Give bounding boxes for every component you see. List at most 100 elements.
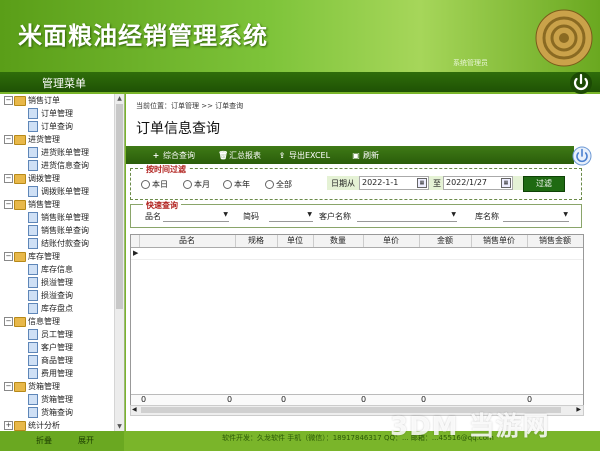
folder-icon [14,251,26,262]
sidebar-item-label: 货箱管理 [41,395,73,404]
sidebar-scrollbar[interactable]: ▲ ▼ [114,94,124,431]
sidebar: − 销售订单 订单管理订单查询 − 进货管理进货账单管理 进货信息查询 − 调拨管理 调拨账单管… [0,94,125,431]
power-icon[interactable] [569,71,593,95]
product-name-label: 品名 [145,212,161,221]
sidebar-group[interactable]: − 销售管理 [0,198,114,211]
radio-month[interactable]: 本月 [183,179,210,190]
sidebar-group[interactable]: − 库存管理 [0,250,114,263]
sidebar-item[interactable]: 订单管理 [0,107,114,120]
collapse-toggle-icon[interactable]: − [4,382,13,391]
sidebar-item-label: 货箱查询 [41,408,73,417]
collapse-toggle-icon[interactable]: − [4,252,13,261]
col-sale-price[interactable]: 销售单价 [471,235,528,247]
sidebar-group[interactable]: − 货箱管理 [0,380,114,393]
col-product[interactable]: 品名 [139,235,236,247]
sidebar-group[interactable]: + 统计分析 [0,419,114,431]
scroll-left-icon[interactable]: ◀ [132,406,137,413]
collapse-toggle-icon[interactable]: − [4,135,13,144]
power-icon[interactable] [572,146,592,166]
radio-year[interactable]: 本年 [223,179,250,190]
sidebar-group-label: 库存管理 [28,252,60,261]
sidebar-item[interactable]: 货箱管理 [0,393,114,406]
sidebar-group[interactable]: − 进货管理 [0,133,114,146]
collapse-toggle-icon[interactable]: − [4,174,13,183]
sidebar-item[interactable]: 库存盘点 [0,302,114,315]
scroll-up-icon[interactable]: ▲ [115,94,124,103]
date-to-input[interactable]: 2022/1/27 ▦ [443,176,513,190]
sidebar-item[interactable]: 订单查询 [0,120,114,133]
scroll-down-icon[interactable]: ▼ [115,422,124,431]
scroll-right-icon[interactable]: ▶ [576,406,581,413]
col-unit[interactable]: 单位 [277,235,314,247]
toolbar-query-button[interactable]: + 综合查询 [152,150,195,161]
product-name-select[interactable]: ▼ [163,210,229,222]
summary-value: 0 [421,395,427,404]
document-icon [28,186,38,197]
date-from-input[interactable]: 2022-1-1 ▦ [359,176,429,190]
sidebar-item[interactable]: 进货信息查询 [0,159,114,172]
document-icon [28,121,38,132]
orders-grid[interactable]: 品名 规格 单位 数量 单价 金额 销售单价 销售金额 ▶ 0 0 0 0 0 … [130,234,584,406]
collapse-toggle-icon[interactable]: − [4,96,13,105]
sidebar-group[interactable]: − 调拨管理 [0,172,114,185]
dropdown-icon: ▼ [563,211,568,218]
warehouse-select[interactable]: ▼ [503,210,569,222]
customer-select[interactable]: ▼ [357,210,457,222]
sidebar-item-label: 库存盘点 [41,304,73,313]
radio-all[interactable]: 全部 [265,179,292,190]
dropdown-icon: ▼ [307,211,312,218]
document-icon [28,212,38,223]
sidebar-item[interactable]: 费用管理 [0,367,114,380]
collapse-button[interactable]: 折叠 [36,435,52,446]
sidebar-item[interactable]: 结账付款查询 [0,237,114,250]
col-price[interactable]: 单价 [363,235,420,247]
sidebar-item[interactable]: 调拨账单管理 [0,185,114,198]
sidebar-item[interactable]: 货箱查询 [0,406,114,419]
sidebar-item[interactable]: 库存信息 [0,263,114,276]
toolbar-export-button[interactable]: ⇪ 导出EXCEL [278,150,330,161]
col-amount[interactable]: 金额 [419,235,472,247]
sidebar-group-label: 货箱管理 [28,382,60,391]
sidebar-item[interactable]: 商品管理 [0,354,114,367]
collapse-toggle-icon[interactable]: + [4,421,13,430]
collapse-toggle-icon[interactable]: − [4,200,13,209]
app-title: 米面粮油经销管理系统 [18,22,268,50]
sidebar-item[interactable]: 客户管理 [0,341,114,354]
sidebar-group[interactable]: − 销售订单 [0,94,114,107]
sidebar-item-label: 销售账单管理 [41,213,89,222]
code-select[interactable]: ▼ [269,210,313,222]
toolbar-refresh-button[interactable]: ▣ 刷新 [352,150,379,161]
date-range: 日期从 2022-1-1 ▦ 至 2022/1/27 ▦ [327,176,553,190]
col-sale-amount[interactable]: 销售金额 [527,235,583,247]
col-quantity[interactable]: 数量 [313,235,364,247]
sidebar-item[interactable]: 进货账单管理 [0,146,114,159]
summary-value: 0 [281,395,287,404]
folder-icon [14,95,26,106]
sidebar-group-label: 信息管理 [28,317,60,326]
calendar-icon[interactable]: ▦ [501,178,511,188]
sidebar-item[interactable]: 损溢查询 [0,289,114,302]
filter-button[interactable]: 过滤 [523,176,565,192]
sidebar-item[interactable]: 损溢管理 [0,276,114,289]
radio-today[interactable]: 本日 [141,179,168,190]
sidebar-item[interactable]: 销售账单查询 [0,224,114,237]
expand-button[interactable]: 展开 [78,435,94,446]
sidebar-item-label: 订单查询 [41,122,73,131]
warehouse-label: 库名称 [475,212,499,221]
col-spec[interactable]: 规格 [235,235,278,247]
sidebar-scroll-thumb[interactable] [116,104,123,309]
sidebar-item-label: 结账付款查询 [41,239,89,248]
sidebar-group[interactable]: − 信息管理 [0,315,114,328]
row-indicator-icon: ▶ [133,249,139,257]
calendar-icon[interactable]: ▦ [417,178,427,188]
watermark: 3DM 当游网 [390,412,550,442]
toolbar-report-button[interactable]: 🗑汇总报表 [218,150,261,161]
collapse-toggle-icon[interactable]: − [4,317,13,326]
sidebar-group-label: 进货管理 [28,135,60,144]
sidebar-item[interactable]: 员工管理 [0,328,114,341]
sidebar-item[interactable]: 销售账单管理 [0,211,114,224]
quick-query-group: 快速查询 品名 ▼ 简码 ▼ 客户名称 ▼ 库名称 ▼ [130,200,582,228]
table-row[interactable]: ▶ [131,247,583,260]
plus-icon: + [152,151,160,160]
summary-value: 0 [227,395,233,404]
